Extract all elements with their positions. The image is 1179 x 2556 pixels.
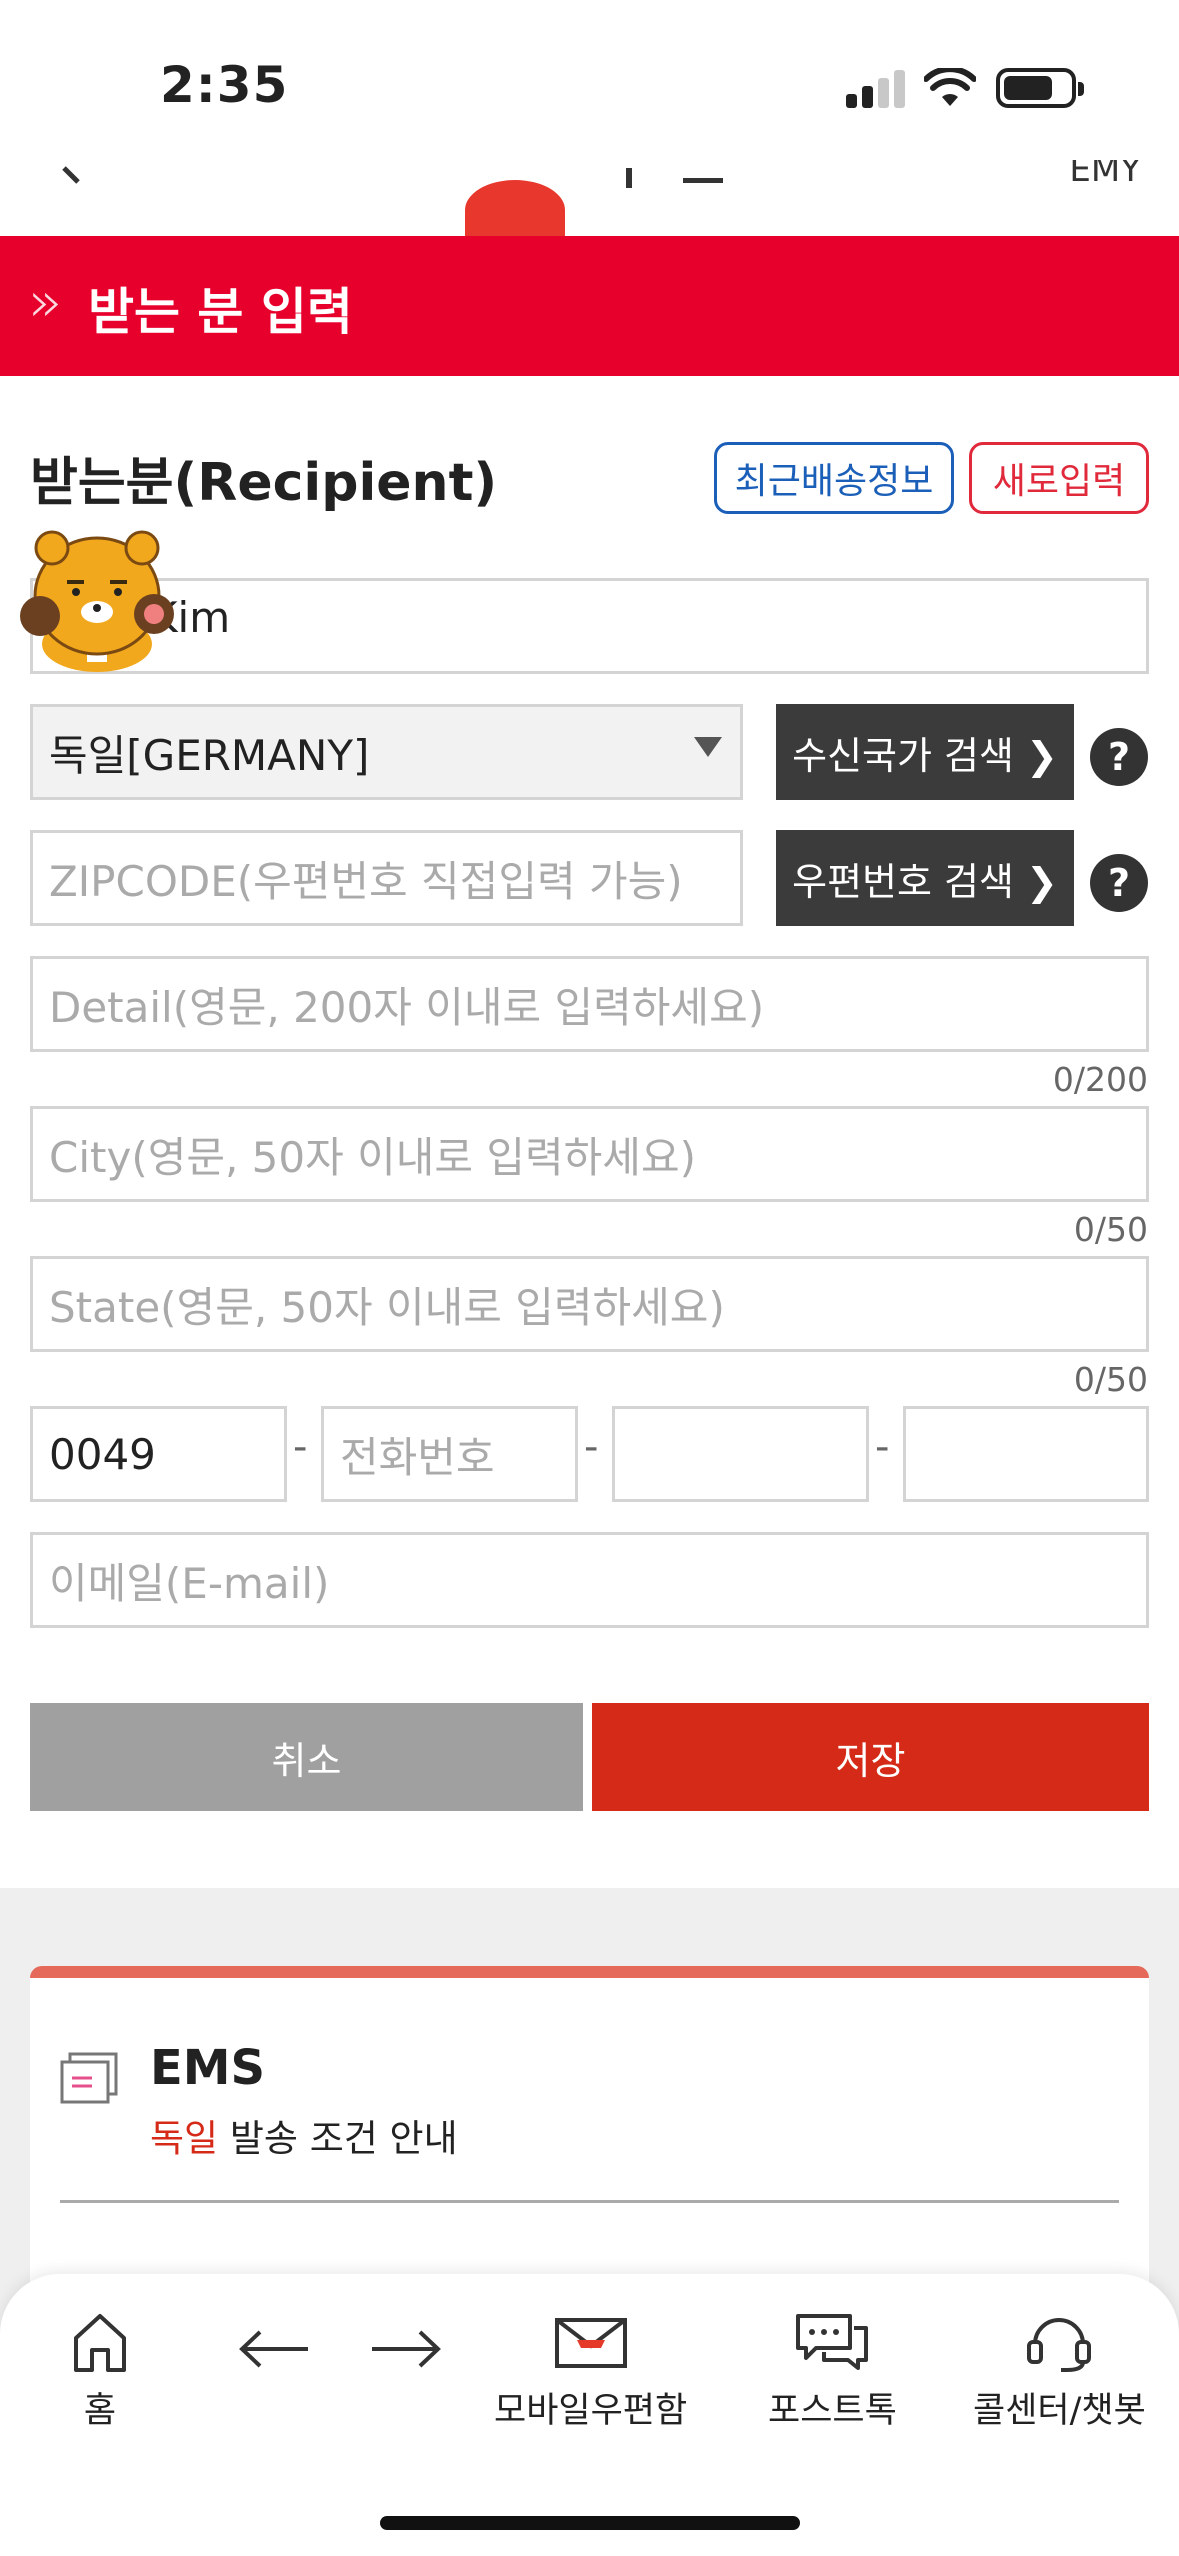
recent-shipping-button[interactable]: 최근배송정보	[714, 442, 954, 514]
phone-dash: -	[293, 1424, 308, 1470]
ems-subtitle-text: 발송 조건 안내	[218, 2117, 458, 2160]
nav-callcenter[interactable]: 콜센터/챗봇	[973, 2310, 1146, 2433]
phone-middle-input[interactable]	[612, 1406, 869, 1502]
header-right-fragment: EMY	[1069, 160, 1141, 190]
phone-area-input[interactable]: 전화번호	[321, 1406, 578, 1502]
back-chevron-icon[interactable]	[60, 164, 84, 188]
zipcode-help-icon[interactable]: ?	[1090, 854, 1148, 912]
chat-bubbles-icon	[796, 2314, 869, 2370]
phone-dash: -	[584, 1424, 599, 1470]
cellular-signal-icon	[846, 70, 906, 108]
headset-icon	[1027, 2318, 1092, 2372]
nav-mobile-mailbox[interactable]: 모바일우편함	[494, 2310, 687, 2433]
document-icon	[60, 2052, 118, 2104]
phone-country-code-value: 0049	[49, 1429, 156, 1479]
city-char-counter: 0/50	[1073, 1210, 1148, 1249]
detail-address-input[interactable]: Detail(영문, 200자 이내로 입력하세요)	[30, 956, 1149, 1052]
nav-callcenter-label: 콜센터/챗봇	[973, 2391, 1146, 2431]
save-button[interactable]: 저장	[592, 1703, 1149, 1811]
cancel-button[interactable]: 취소	[30, 1703, 583, 1811]
new-input-button[interactable]: 새로입력	[969, 442, 1149, 514]
city-input[interactable]: City(영문, 50자 이내로 입력하세요)	[30, 1106, 1149, 1202]
zipcode-placeholder: ZIPCODE(우편번호 직접입력 가능)	[49, 856, 683, 906]
state-placeholder: State(영문, 50자 이내로 입력하세요)	[49, 1282, 725, 1332]
status-bar: 2:35	[0, 0, 1179, 160]
home-indicator	[380, 2516, 800, 2530]
country-select[interactable]: 독일[GERMANY]	[30, 704, 743, 800]
phone-dash: -	[875, 1424, 890, 1470]
ems-country: 독일	[150, 2117, 219, 2160]
zipcode-input[interactable]: ZIPCODE(우편번호 직접입력 가능)	[30, 830, 743, 926]
bottom-navigation: 홈 모바일우편함 포스트톡 콜센터/챗봇	[0, 2274, 1179, 2556]
nav-posttalk[interactable]: 포스트톡	[768, 2310, 897, 2433]
email-input[interactable]: 이메일(E-mail)	[30, 1532, 1149, 1628]
home-icon	[74, 2314, 126, 2372]
recipient-heading: 받는분(Recipient)	[30, 453, 498, 513]
email-placeholder: 이메일(E-mail)	[49, 1558, 330, 1608]
status-time: 2:35	[160, 56, 289, 114]
section-header: » 받는 분 입력	[0, 236, 1179, 376]
phone-placeholder: 전화번호	[340, 1432, 495, 1482]
ems-title: EMS	[150, 2040, 266, 2096]
back-arrow-icon[interactable]	[236, 2324, 312, 2374]
nav-mailbox-label: 모바일우편함	[494, 2391, 688, 2431]
phone-country-code-input[interactable]: 0049	[30, 1406, 287, 1502]
detail-char-counter: 0/200	[1052, 1060, 1148, 1099]
ryan-character-sticker	[20, 530, 174, 672]
phone-last-input[interactable]	[903, 1406, 1149, 1502]
city-placeholder: City(영문, 50자 이내로 입력하세요)	[49, 1132, 696, 1182]
state-char-counter: 0/50	[1073, 1360, 1148, 1399]
nav-posttalk-label: 포스트톡	[768, 2391, 897, 2431]
country-search-button[interactable]: 수신국가 검색 ❯	[776, 704, 1074, 800]
ems-subtitle: 독일 발송 조건 안내	[150, 2108, 458, 2162]
country-select-value: 독일[GERMANY]	[49, 730, 370, 780]
dropdown-arrow-icon	[694, 737, 722, 757]
nav-home[interactable]: 홈	[70, 2310, 130, 2433]
double-chevron-icon: »	[28, 270, 63, 335]
wifi-icon	[924, 68, 976, 106]
state-input[interactable]: State(영문, 50자 이내로 입력하세요)	[30, 1256, 1149, 1352]
nav-home-label: 홈	[83, 2391, 117, 2431]
divider	[60, 2200, 1119, 2203]
battery-icon	[996, 68, 1084, 108]
country-help-icon[interactable]: ?	[1090, 728, 1148, 786]
logo-fragment	[465, 180, 565, 236]
envelope-icon	[554, 2318, 627, 2368]
detail-placeholder: Detail(영문, 200자 이내로 입력하세요)	[49, 982, 765, 1032]
zipcode-search-button[interactable]: 우편번호 검색 ❯	[776, 830, 1074, 926]
forward-arrow-icon[interactable]	[368, 2324, 444, 2374]
app-header-remnant: EMY	[0, 160, 1179, 236]
section-title: 받는 분 입력	[88, 283, 353, 341]
